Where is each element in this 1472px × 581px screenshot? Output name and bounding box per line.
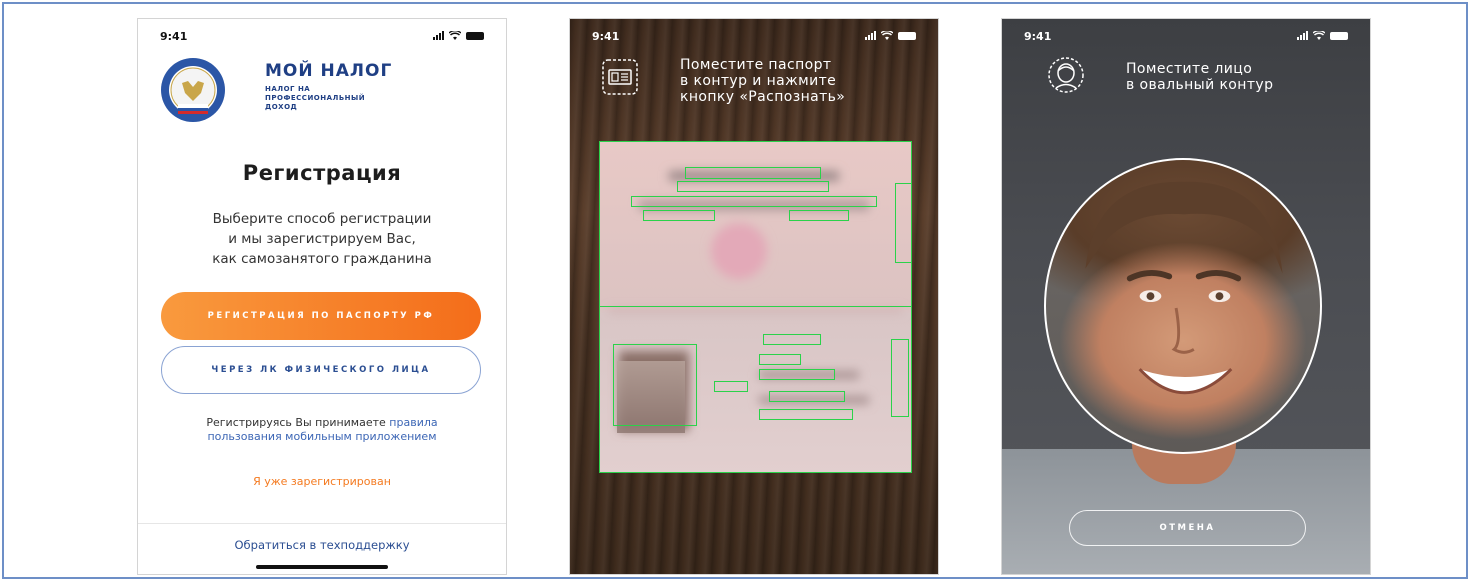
terms-text: Регистрируясь Вы принимаете правила поль…: [206, 416, 438, 443]
status-time: 9:41: [1024, 30, 1052, 43]
cancel-button[interactable]: ОТМЕНА: [1069, 510, 1306, 546]
face-instruction: Поместите лицо в овальный контур: [1126, 61, 1274, 93]
detect-box: [759, 409, 853, 420]
registration-description: Выберите способ регистрации и мы зарегис…: [212, 211, 432, 267]
signal-icon: [433, 31, 444, 40]
status-bar: 9:41: [138, 19, 506, 53]
detect-box: [895, 183, 912, 263]
face-image: [1085, 181, 1283, 395]
signal-icon: [865, 31, 876, 40]
terms-link-continued[interactable]: пользования мобильным приложением: [207, 430, 436, 443]
face-scan-icon: [1048, 57, 1084, 93]
detect-box: [631, 196, 877, 207]
registration-screen: 9:41 МОЙ НАЛОГ НАЛОГ НА ПРОФЕССИОНАЛЬНЫЙ…: [137, 18, 507, 575]
register-by-passport-button[interactable]: РЕГИСТРАЦИЯ ПО ПАСПОРТУ РФ: [161, 292, 481, 340]
detect-box: [759, 369, 835, 380]
detect-box: [891, 339, 909, 417]
status-bar: 9:41: [1002, 19, 1370, 53]
detect-box: [759, 354, 801, 365]
signal-icon: [1297, 31, 1308, 40]
brand-title: МОЙ НАЛОГ: [265, 61, 393, 81]
support-link[interactable]: Обратиться в техподдержку: [138, 538, 506, 552]
detect-box: [677, 181, 829, 192]
detect-box: [714, 381, 748, 392]
emblem-logo: [161, 58, 225, 122]
status-time: 9:41: [592, 30, 620, 43]
detect-box: [599, 141, 912, 307]
passport-preview: [599, 141, 912, 473]
face-scan-screen: 9:41 Поместите лицо в овальный контур ОТ…: [1001, 18, 1371, 575]
detect-box: [769, 391, 845, 402]
id-card-icon: [602, 59, 638, 95]
register-via-personal-account-button[interactable]: ЧЕРЕЗ ЛК ФИЗИЧЕСКОГО ЛИЦА: [161, 346, 481, 394]
passport-instruction: Поместите паспорт в контур и нажмите кно…: [680, 57, 846, 105]
detect-box: [613, 344, 697, 426]
brand-subtitle: НАЛОГ НА ПРОФЕССИОНАЛЬНЫЙ ДОХОД: [265, 85, 366, 111]
battery-icon: [466, 32, 484, 40]
detect-box: [789, 210, 849, 221]
detect-box: [685, 167, 821, 179]
divider: [138, 523, 506, 524]
detect-box: [643, 210, 715, 221]
brand-block: МОЙ НАЛОГ НАЛОГ НА ПРОФЕССИОНАЛЬНЫЙ ДОХО…: [265, 61, 392, 112]
battery-icon: [1330, 32, 1348, 40]
status-bar: 9:41: [570, 19, 938, 53]
battery-icon: [898, 32, 916, 40]
wifi-icon: [881, 31, 893, 40]
detect-box: [763, 334, 821, 345]
home-indicator: [256, 565, 388, 569]
wifi-icon: [449, 31, 461, 40]
wifi-icon: [1313, 31, 1325, 40]
terms-link[interactable]: правила: [389, 416, 437, 429]
face-oval-frame: [1044, 158, 1322, 454]
status-time: 9:41: [160, 30, 188, 43]
passport-scan-screen: 9:41 Поместите паспорт в контур и нажмит…: [569, 18, 939, 575]
page-title: Регистрация: [242, 161, 402, 185]
already-registered-link[interactable]: Я уже зарегистрирован: [138, 475, 506, 488]
